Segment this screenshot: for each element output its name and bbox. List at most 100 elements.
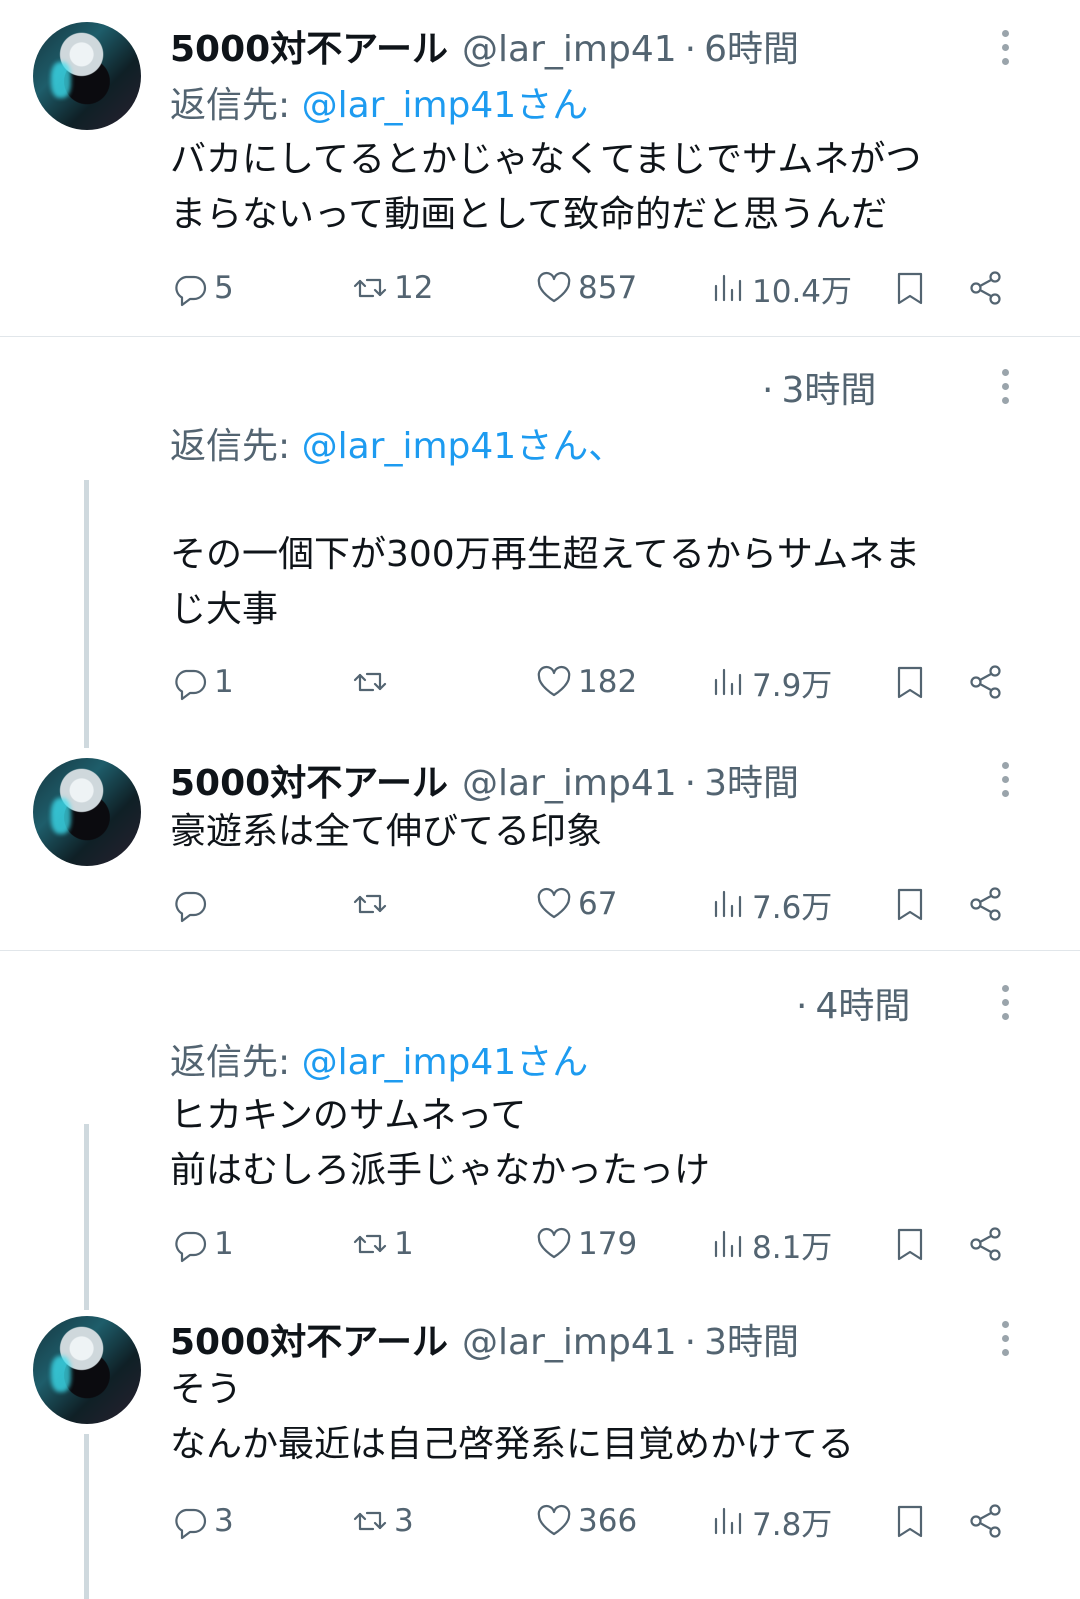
view-count: 10.4万 xyxy=(752,273,853,310)
tweet[interactable]: · 3時間 返信先: @lar_imp41さん、 その一個下が300万再生超えて… xyxy=(0,337,1080,732)
separator-dot: · xyxy=(762,370,774,411)
tweet-text: バカにしてるとかじゃなくてまじでサムネがつ まらないって動画として致命的だと思う… xyxy=(170,139,922,235)
reply-count: 3 xyxy=(214,1503,234,1539)
author-name[interactable]: 5000対不アール xyxy=(170,754,448,806)
views-button[interactable]: 8.1万 xyxy=(708,1222,832,1266)
timestamp[interactable]: 6時間 xyxy=(704,20,799,72)
reply-mention-link[interactable]: @lar_imp41さん xyxy=(302,1042,589,1083)
heart-icon xyxy=(534,268,574,308)
reply-mention-link[interactable]: @lar_imp41さん、 xyxy=(302,426,625,467)
more-options-icon[interactable] xyxy=(996,985,1014,1020)
views-button[interactable]: 7.8万 xyxy=(708,1499,832,1543)
repost-count: 3 xyxy=(394,1503,414,1539)
speech-bubble-icon xyxy=(170,884,210,924)
tweet[interactable]: 5000対不アール @lar_imp41 · 3時間 豪遊系は全て伸びてる印象 … xyxy=(0,732,1080,950)
share-button[interactable] xyxy=(966,1222,1010,1266)
share-button[interactable] xyxy=(966,1499,1010,1543)
bookmark-button[interactable] xyxy=(890,1499,934,1543)
like-button[interactable]: 182 xyxy=(534,660,637,704)
reply-button[interactable]: 1 xyxy=(170,660,234,704)
tweet-header: · 4時間 xyxy=(788,977,910,1029)
bookmark-button[interactable] xyxy=(890,882,934,926)
more-options-icon[interactable] xyxy=(996,762,1014,797)
view-count: 7.9万 xyxy=(752,667,833,704)
share-icon xyxy=(966,1224,1006,1264)
like-count: 366 xyxy=(578,1503,638,1539)
author-name[interactable]: 5000対不アール xyxy=(170,20,448,72)
repost-button[interactable]: 3 xyxy=(350,1499,414,1543)
like-button[interactable]: 179 xyxy=(534,1222,637,1266)
reply-button[interactable]: 5 xyxy=(170,266,234,310)
repost-button[interactable]: 1 xyxy=(350,1222,414,1266)
repost-arrows-icon xyxy=(350,884,390,924)
view-count: 7.6万 xyxy=(752,889,833,926)
separator-dot: · xyxy=(684,763,697,804)
more-options-icon[interactable] xyxy=(996,1321,1014,1356)
repost-button[interactable] xyxy=(350,882,394,926)
reply-mention-link[interactable]: @lar_imp41さん xyxy=(302,85,589,126)
share-button[interactable] xyxy=(966,266,1010,310)
action-bar: 1 1 179 8.1万 xyxy=(170,1222,1020,1266)
tweet-header: 5000対不アール @lar_imp41 · 3時間 xyxy=(170,1313,799,1365)
bookmark-button[interactable] xyxy=(890,660,934,704)
reply-button[interactable] xyxy=(170,882,214,926)
separator-dot: · xyxy=(684,29,697,70)
share-button[interactable] xyxy=(966,660,1010,704)
tweet-text: 豪遊系は全て伸びてる印象 xyxy=(170,811,603,852)
author-handle[interactable]: @lar_imp41 xyxy=(462,1322,677,1363)
author-name[interactable]: 5000対不アール xyxy=(170,1313,448,1365)
repost-arrows-icon xyxy=(350,1501,390,1541)
reply-to-label: 返信先: xyxy=(170,1042,291,1083)
bookmark-button[interactable] xyxy=(890,266,934,310)
share-icon xyxy=(966,1501,1006,1541)
author-handle[interactable]: @lar_imp41 xyxy=(462,29,677,70)
reply-to-label: 返信先: xyxy=(170,85,291,126)
speech-bubble-icon xyxy=(170,1501,210,1541)
heart-icon xyxy=(534,662,574,702)
bookmark-icon xyxy=(890,662,930,702)
repost-arrows-icon xyxy=(350,268,390,308)
tweet-text: その一個下が300万再生超えてるからサムネま じ大事 xyxy=(170,534,921,630)
like-count: 857 xyxy=(578,270,638,306)
reply-button[interactable]: 1 xyxy=(170,1222,234,1266)
view-count: 8.1万 xyxy=(752,1229,833,1266)
reply-to-label: 返信先: xyxy=(170,426,291,467)
share-button[interactable] xyxy=(966,882,1010,926)
timestamp[interactable]: 3時間 xyxy=(704,754,799,806)
timestamp[interactable]: 3時間 xyxy=(704,1313,799,1365)
reply-button[interactable]: 3 xyxy=(170,1499,234,1543)
more-options-icon[interactable] xyxy=(996,369,1014,404)
repost-button[interactable]: 12 xyxy=(350,266,433,310)
like-count: 182 xyxy=(578,664,638,700)
like-count: 179 xyxy=(578,1226,638,1262)
more-options-icon[interactable] xyxy=(996,30,1014,65)
views-button[interactable]: 10.4万 xyxy=(708,266,852,310)
like-count: 67 xyxy=(578,886,618,922)
avatar[interactable] xyxy=(33,758,141,866)
like-button[interactable]: 67 xyxy=(534,882,617,926)
tweet-text: そう なんか最近は自己啓発系に目覚めかけてる xyxy=(170,1369,855,1465)
bar-chart-icon xyxy=(708,1224,748,1264)
share-icon xyxy=(966,884,1006,924)
bar-chart-icon xyxy=(708,884,748,924)
bookmark-icon xyxy=(890,1224,930,1264)
tweet-header: 5000対不アール @lar_imp41 · 6時間 xyxy=(170,20,799,72)
views-button[interactable]: 7.6万 xyxy=(708,882,832,926)
reply-to: 返信先: @lar_imp41さん xyxy=(170,76,588,128)
like-button[interactable]: 366 xyxy=(534,1499,637,1543)
avatar[interactable] xyxy=(33,1316,141,1424)
tweet[interactable]: 5000対不アール @lar_imp41 · 6時間 返信先: @lar_imp… xyxy=(0,0,1080,336)
avatar[interactable] xyxy=(33,22,141,130)
action-bar: 67 7.6万 xyxy=(170,882,1020,926)
repost-button[interactable] xyxy=(350,660,394,704)
bar-chart-icon xyxy=(708,1501,748,1541)
timestamp[interactable]: 4時間 xyxy=(815,977,910,1029)
tweet[interactable]: 5000対不アール @lar_imp41 · 3時間 そう なんか最近は自己啓発… xyxy=(0,1289,1080,1599)
timestamp[interactable]: 3時間 xyxy=(781,361,876,413)
bookmark-button[interactable] xyxy=(890,1222,934,1266)
author-handle[interactable]: @lar_imp41 xyxy=(462,763,677,804)
heart-icon xyxy=(534,1501,574,1541)
views-button[interactable]: 7.9万 xyxy=(708,660,832,704)
like-button[interactable]: 857 xyxy=(534,266,637,310)
tweet[interactable]: · 4時間 返信先: @lar_imp41さん ヒカキンのサムネって 前はむしろ… xyxy=(0,951,1080,1289)
